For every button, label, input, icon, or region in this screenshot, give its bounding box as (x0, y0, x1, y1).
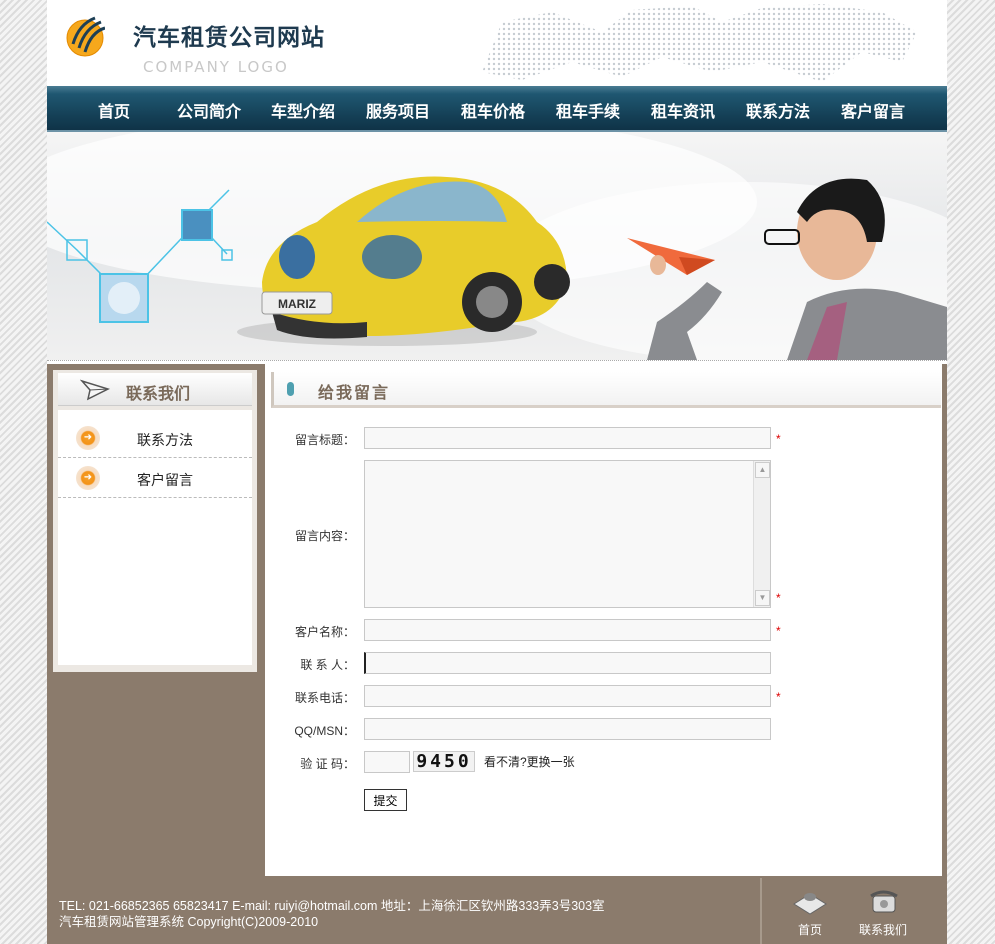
nav-item-services[interactable]: 服务项目 (366, 98, 430, 122)
arrow-right-icon: ➜ (76, 466, 100, 490)
arrow-right-icon: ➜ (76, 426, 100, 450)
banner-graphic: MARIZ (47, 132, 947, 360)
footer-contact-link[interactable]: 联系我们 (855, 886, 911, 938)
sidebar-title: 联系我们 (126, 384, 191, 403)
footer-divider (760, 878, 762, 944)
scroll-up-icon[interactable]: ▲ (755, 462, 770, 478)
sidebar-menu: ➜ 联系方法 ➜ 客户留言 (58, 410, 252, 665)
nav-item-models[interactable]: 车型介绍 (271, 98, 335, 122)
textarea-scrollbar[interactable]: ▲ ▼ (753, 461, 770, 607)
footer-copyright: 汽车租赁网站管理系统 Copyright(C)2009-2010 (59, 915, 319, 929)
required-mark: * (776, 591, 781, 605)
world-map-graphic (482, 4, 917, 82)
content-textarea[interactable]: ▲ ▼ (364, 460, 771, 608)
paper-plane-icon (80, 379, 110, 401)
sidebar-item-contact-method[interactable]: ➜ 联系方法 (58, 418, 252, 458)
sidebar: 联系我们 ➜ 联系方法 ➜ 客户留言 (53, 370, 257, 672)
content-area: 联系我们 ➜ 联系方法 ➜ 客户留言 给我留言 留言标题： * 留言内容： ▲ … (47, 364, 947, 876)
site-title: 汽车租赁公司网站 (133, 25, 325, 51)
sidebar-header: 联系我们 (58, 373, 252, 406)
required-mark: * (776, 690, 781, 704)
nav-item-prices[interactable]: 租车价格 (461, 98, 525, 122)
bullet-icon (287, 382, 294, 396)
subject-label: 留言标题： (294, 433, 355, 447)
required-mark: * (776, 432, 781, 446)
footer-contact-label: 联系我们 (858, 923, 907, 937)
nav-item-home[interactable]: 首页 (98, 98, 130, 122)
qq-msn-label: QQ/MSN： (294, 724, 355, 738)
sidebar-item-label: 联系方法 (137, 432, 193, 448)
nav-item-about[interactable]: 公司简介 (177, 98, 241, 122)
main-panel: 给我留言 留言标题： * 留言内容： ▲ ▼ * 客户名称： * 联 系 人： (265, 364, 942, 876)
main-nav: 首页 公司简介 车型介绍 服务项目 租车价格 租车手续 租车资讯 联系方法 客户… (47, 86, 947, 132)
contact-person-label: 联 系 人： (300, 658, 355, 672)
sidebar-item-guestbook[interactable]: ➜ 客户留言 (58, 458, 252, 498)
phone-input[interactable] (364, 685, 771, 707)
captcha-input[interactable] (364, 751, 410, 773)
contact-person-input[interactable] (364, 652, 771, 674)
submit-button[interactable]: 提交 (364, 789, 407, 811)
content-label: 留言内容： (294, 529, 355, 543)
customer-name-input[interactable] (364, 619, 771, 641)
captcha-label: 验 证 码： (300, 757, 355, 771)
sidebar-item-label: 客户留言 (137, 472, 193, 488)
qq-msn-input[interactable] (364, 718, 771, 740)
page: 汽车租赁公司网站 COMPANY LOGO 首页 公司简介 车型介绍 服务项目 … (47, 0, 947, 944)
phone-label: 联系电话： (294, 691, 355, 705)
subject-input[interactable] (364, 427, 771, 449)
header: 汽车租赁公司网站 COMPANY LOGO (47, 0, 947, 86)
customer-name-label: 客户名称： (294, 625, 355, 639)
telephone-icon (870, 890, 898, 913)
license-plate: MARIZ (278, 297, 316, 311)
banner: MARIZ (47, 132, 947, 360)
form-header: 给我留言 (271, 372, 941, 408)
required-mark: * (776, 624, 781, 638)
captcha-refresh-link[interactable]: 看不清?更换一张 (484, 753, 575, 770)
scroll-down-icon[interactable]: ▼ (755, 590, 770, 606)
footer-home-link[interactable]: 首页 (792, 886, 828, 938)
nav-item-procedure[interactable]: 租车手续 (556, 98, 620, 122)
footer-home-label: 首页 (797, 923, 822, 937)
home-icon (793, 893, 827, 915)
nav-item-guestbook[interactable]: 客户留言 (841, 98, 905, 122)
nav-item-news[interactable]: 租车资讯 (651, 98, 715, 122)
company-logo-text: COMPANY LOGO (143, 58, 289, 76)
nav-item-contact[interactable]: 联系方法 (746, 98, 810, 122)
captcha-image: 9450 (413, 751, 475, 772)
footer: TEL: 021-66852365 65823417 E-mail: ruiyi… (47, 876, 947, 944)
company-logo-icon (66, 16, 105, 57)
form-title: 给我留言 (318, 383, 391, 402)
